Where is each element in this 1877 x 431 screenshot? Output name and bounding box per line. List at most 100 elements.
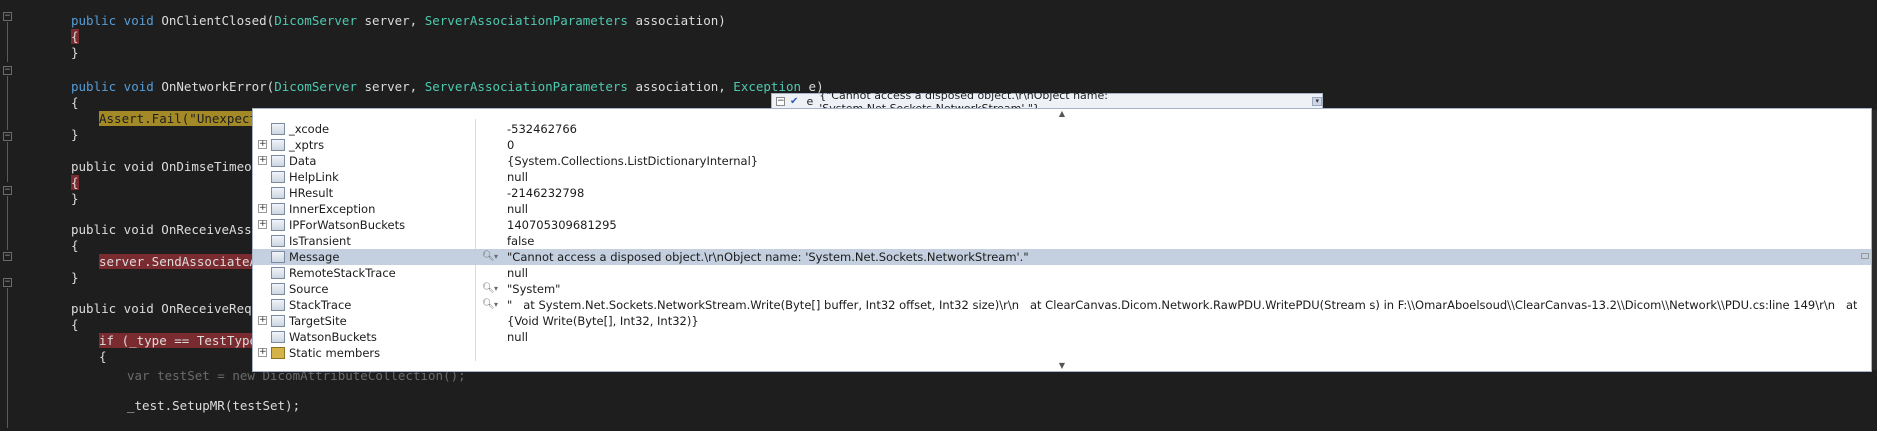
member-name: Message [289, 250, 340, 264]
member-value[interactable]: {Void Write(Byte[], Int32, Int32)} [507, 313, 699, 329]
member-value[interactable]: -2146232798 [507, 185, 584, 201]
member-value[interactable]: "Cannot access a disposed object.\r\nObj… [507, 249, 1029, 265]
datatip-panel[interactable]: ▲ _xcode -532462766 + _xptrs 0 + Data {S… [252, 108, 1872, 372]
member-value[interactable]: 140705309681295 [507, 217, 617, 233]
property-icon [271, 331, 285, 343]
member-value[interactable]: " at System.Net.Sockets.NetworkStream.Wr… [507, 297, 1857, 313]
expand-icon[interactable]: + [258, 156, 267, 165]
chevron-down-icon[interactable]: ▾ [494, 297, 498, 313]
brace: { [71, 175, 79, 190]
property-icon [271, 283, 285, 295]
member-name: IsTransient [289, 234, 351, 248]
member-value[interactable]: -532462766 [507, 121, 577, 137]
datatip-row-selected[interactable]: Message 🔍︎ ▾ "Cannot access a disposed o… [253, 249, 1871, 265]
lock-field-icon [271, 123, 285, 135]
datatip-row[interactable]: + _xptrs 0 [253, 137, 1871, 153]
member-name: Data [289, 154, 317, 168]
datatip-row[interactable]: + TargetSite {Void Write(Byte[], Int32, … [253, 313, 1871, 329]
code-line: { [99, 349, 107, 365]
statement: _test.SetupMR(testSet); [127, 398, 301, 413]
type-name: Exception [733, 79, 802, 94]
property-icon [271, 267, 285, 279]
datatip-row[interactable]: + IPForWatsonBuckets 140705309681295 [253, 217, 1871, 233]
member-name: HResult [289, 186, 334, 200]
fold-line [7, 196, 8, 250]
chevron-down-icon[interactable]: ▾ [1312, 97, 1322, 106]
member-name: Static members [289, 346, 381, 360]
magnifier-icon[interactable]: 🔍︎ [482, 249, 495, 265]
member-value[interactable]: null [507, 169, 528, 185]
expand-icon[interactable]: + [258, 316, 267, 325]
brace: } [71, 127, 79, 142]
collapse-icon[interactable]: − [3, 12, 12, 21]
magnifier-icon[interactable]: 🔍︎ [482, 281, 495, 297]
code-line: public void OnNetworkError(DicomServer s… [71, 79, 824, 95]
member-value[interactable]: {System.Collections.ListDictionaryIntern… [507, 153, 758, 169]
method-signature: public void OnDimseTimeout [71, 159, 267, 174]
member-name: TargetSite [289, 314, 347, 328]
collapse-icon[interactable]: − [3, 278, 12, 287]
magnifier-icon[interactable]: 🔍︎ [482, 297, 495, 313]
method-name: OnNetworkError( [161, 79, 275, 94]
collapse-icon[interactable]: − [3, 252, 12, 261]
datatip-row[interactable]: HResult -2146232798 [253, 185, 1871, 201]
param: server, [357, 13, 425, 28]
collapse-icon[interactable]: − [776, 97, 785, 106]
member-name: _xcode [289, 122, 330, 136]
datatip-row[interactable]: + Static members [253, 345, 1871, 361]
datatip-row[interactable]: HelpLink null [253, 169, 1871, 185]
chevron-down-icon[interactable]: ▾ [494, 249, 498, 265]
code-line: Assert.Fail("Unexpecte [99, 111, 265, 127]
brace: { [71, 238, 79, 253]
property-icon [271, 203, 285, 215]
datatip-row[interactable]: RemoteStackTrace null [253, 265, 1871, 281]
member-name: WatsonBuckets [289, 330, 377, 344]
type-name: DicomServer [274, 13, 357, 28]
keyword: public void [71, 79, 162, 94]
member-value[interactable]: false [507, 233, 534, 249]
pin-icon[interactable]: ✔ [790, 96, 800, 107]
expand-icon[interactable]: + [258, 348, 267, 357]
member-name: InnerException [289, 202, 376, 216]
member-name: RemoteStackTrace [289, 266, 396, 280]
code-line: { [71, 29, 79, 45]
member-value[interactable]: "System" [507, 281, 560, 297]
brace: } [71, 191, 79, 206]
datatip-row[interactable]: IsTransient false [253, 233, 1871, 249]
expand-icon[interactable]: + [258, 204, 267, 213]
datatip-row[interactable]: StackTrace 🔍︎ ▾ " at System.Net.Sockets.… [253, 297, 1871, 313]
code-line: public void OnReceiveAssoc [71, 222, 267, 238]
code-line: public void OnClientClosed(DicomServer s… [71, 13, 726, 29]
chevron-down-icon[interactable]: ▾ [494, 281, 498, 297]
datatip-row[interactable]: _xcode -532462766 [253, 121, 1871, 137]
param: server, [357, 79, 425, 94]
property-icon [271, 235, 285, 247]
statement: server.SendAssociateAc [99, 254, 265, 269]
member-value[interactable]: null [507, 329, 528, 345]
scroll-down-arrow-icon[interactable]: ▼ [253, 361, 1871, 371]
datatip-row[interactable]: + Data {System.Collections.ListDictionar… [253, 153, 1871, 169]
code-line: if (_type == TestTypes [99, 333, 265, 349]
brace: } [71, 45, 79, 60]
param: association, [627, 79, 734, 94]
datatip-row[interactable]: + InnerException null [253, 201, 1871, 217]
property-icon [271, 171, 285, 183]
member-value[interactable]: null [507, 201, 528, 217]
code-line: _test.SetupMR(testSet); [127, 398, 300, 414]
datatip-row[interactable]: WatsonBuckets null [253, 329, 1871, 345]
lock-field-icon [271, 139, 285, 151]
member-value[interactable]: null [507, 265, 528, 281]
fold-line [7, 76, 8, 130]
datatip-row[interactable]: Source 🔍︎ ▾ "System" [253, 281, 1871, 297]
current-statement: Assert.Fail("Unexpecte [99, 111, 265, 126]
collapse-icon[interactable]: − [3, 66, 12, 75]
expand-icon[interactable]: + [258, 220, 267, 229]
expand-icon[interactable]: + [258, 140, 267, 149]
member-value[interactable]: 0 [507, 137, 514, 153]
scroll-up-arrow-icon[interactable]: ▲ [253, 109, 1871, 119]
expand-row-icon[interactable] [1861, 253, 1869, 259]
collapse-icon[interactable]: − [3, 186, 12, 195]
collapse-icon[interactable]: − [3, 132, 12, 141]
code-line: public void OnDimseTimeout [71, 159, 267, 175]
brace: { [99, 349, 107, 364]
